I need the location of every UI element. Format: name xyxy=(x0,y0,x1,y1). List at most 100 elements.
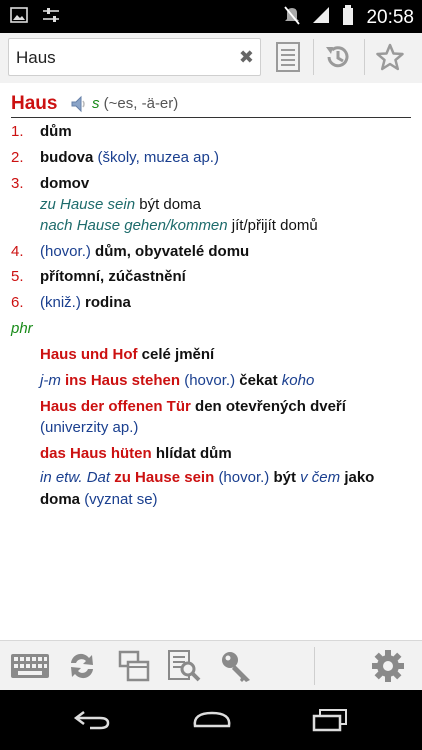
swap-direction-button[interactable] xyxy=(62,647,102,685)
fulltext-search-button[interactable] xyxy=(164,647,204,685)
keyboard-button[interactable] xyxy=(10,647,50,685)
windows-icon xyxy=(118,650,150,682)
mute-icon xyxy=(284,5,301,31)
recent-apps-icon xyxy=(312,709,347,732)
image-notification-icon xyxy=(10,7,28,28)
sense-translation: dům, obyvatelé domu xyxy=(95,243,250,260)
sense-line: (kniž.) rodina xyxy=(40,294,131,311)
sense-line: dům xyxy=(40,123,72,140)
phrase-translation: jako xyxy=(344,469,375,486)
usage-label: (hovor.) xyxy=(40,243,91,260)
swap-arrows-icon xyxy=(71,653,93,679)
entry-content: Haus s (~es, -ä-er) 1. dům 2. budova (šk… xyxy=(0,83,422,640)
phrase-translation: čekat xyxy=(239,372,278,389)
sense-translation: budova xyxy=(40,149,94,166)
settings-sliders-icon xyxy=(42,7,60,28)
document-search-icon xyxy=(168,650,201,682)
toolbar: Haus ✖ xyxy=(0,33,422,84)
phrases-label: phr xyxy=(11,320,33,337)
translate-button[interactable] xyxy=(268,36,308,78)
phrase-german: ins Haus stehen xyxy=(65,372,181,389)
sense-number: 6. xyxy=(11,294,24,311)
sense-number: 2. xyxy=(11,149,24,166)
phrase-translation: být xyxy=(273,469,296,486)
usage-label: (hovor.) xyxy=(184,372,236,389)
phrase-german: zu Hause sein xyxy=(114,469,215,486)
document-icon xyxy=(276,42,300,72)
recent-apps-button[interactable] xyxy=(300,704,360,736)
phrase-object: j-m xyxy=(40,372,61,389)
phrase-object: in etw. xyxy=(40,469,83,486)
phrase-line: j-m ins Haus stehen (hovor.) čekat koho xyxy=(40,372,314,389)
phrase-line: Haus und Hof celé jmění xyxy=(40,346,214,363)
phrase-line-cont: doma (vyznat se) xyxy=(40,491,158,508)
headword-divider xyxy=(11,117,411,118)
key-icon xyxy=(222,652,250,682)
grammar-info: s (~es, -ä-er) xyxy=(92,95,178,112)
phrase-line: Haus der offenen Tür den otevřených dveř… xyxy=(40,398,346,415)
back-icon xyxy=(73,711,110,730)
bottom-action-bar xyxy=(0,640,422,691)
phrase-translation: hlídat dům xyxy=(155,445,232,462)
home-button[interactable] xyxy=(182,704,242,736)
phrase-line: das Haus hüten hlídat dům xyxy=(40,445,232,462)
sense-line: (hovor.) dům, obyvatelé domu xyxy=(40,243,249,260)
gear-icon xyxy=(372,650,404,682)
key-button[interactable] xyxy=(216,647,256,685)
status-bar: 20:58 xyxy=(0,0,422,33)
sense-number: 5. xyxy=(11,268,24,285)
phrase-german: Haus der offenen Tür xyxy=(40,398,191,415)
battery-icon xyxy=(342,5,354,31)
phrase-case: Dat xyxy=(86,469,111,486)
sense-number: 1. xyxy=(11,123,24,140)
sense-line: budova (školy, muzea ap.) xyxy=(40,149,219,166)
bottom-bar-divider xyxy=(314,647,315,685)
inflection-forms: (~es, -ä-er) xyxy=(103,95,179,112)
example-translation: být doma xyxy=(139,196,201,213)
usage-label: (kniž.) xyxy=(40,294,81,311)
signal-icon xyxy=(312,6,330,30)
example-line: zu Hause sein být doma xyxy=(40,196,201,213)
phrase-line-cont: (univerzity ap.) xyxy=(40,419,138,436)
favorites-button[interactable] xyxy=(370,36,410,78)
sense-line: přítomní, zúčastnění xyxy=(40,268,186,285)
sense-number: 3. xyxy=(11,175,24,192)
back-button[interactable] xyxy=(62,704,122,736)
headword: Haus xyxy=(11,93,58,114)
example-line: nach Hause gehen/kommen jít/přijít domů xyxy=(40,217,318,234)
example-phrase: zu Hause sein xyxy=(40,196,136,213)
windows-button[interactable] xyxy=(114,647,154,685)
search-value: Haus xyxy=(16,48,56,67)
example-translation: jít/přijít domů xyxy=(231,217,318,234)
phrase-german: das Haus hüten xyxy=(40,445,152,462)
sense-translation: rodina xyxy=(85,294,131,311)
phrase-translation: celé jmění xyxy=(141,346,215,363)
sense-translation: dům xyxy=(40,123,72,140)
phrase-object: v čem xyxy=(300,469,341,486)
sense-translation: domov xyxy=(40,175,90,192)
phrase-line: in etw. Dat zu Hause sein (hovor.) být v… xyxy=(40,469,374,486)
phrase-translation: doma xyxy=(40,491,81,508)
phrase-german: Haus und Hof xyxy=(40,346,138,363)
home-icon xyxy=(193,711,231,728)
star-icon xyxy=(376,43,404,71)
phrase-note: (univerzity ap.) xyxy=(40,419,139,436)
history-icon xyxy=(326,46,349,68)
sense-note: (školy, muzea ap.) xyxy=(97,149,219,166)
phrase-note: (vyznat se) xyxy=(84,491,158,508)
search-input[interactable]: Haus ✖ xyxy=(8,38,261,76)
clock: 20:58 xyxy=(366,7,414,28)
sense-translation: přítomní, zúčastnění xyxy=(40,268,186,285)
example-phrase: nach Hause gehen/kommen xyxy=(40,217,228,234)
clear-search-icon[interactable]: ✖ xyxy=(239,47,254,68)
usage-label: (hovor.) xyxy=(218,469,270,486)
phrase-object: koho xyxy=(281,372,315,389)
sense-line: domov xyxy=(40,175,89,192)
system-navigation-bar xyxy=(0,690,422,750)
pronunciation-speaker-icon[interactable] xyxy=(70,95,88,118)
settings-button[interactable] xyxy=(368,647,408,685)
phrase-translation: den otevřených dveří xyxy=(195,398,346,415)
gender: s xyxy=(92,95,100,112)
history-button[interactable] xyxy=(318,36,358,78)
keyboard-icon xyxy=(11,654,49,678)
